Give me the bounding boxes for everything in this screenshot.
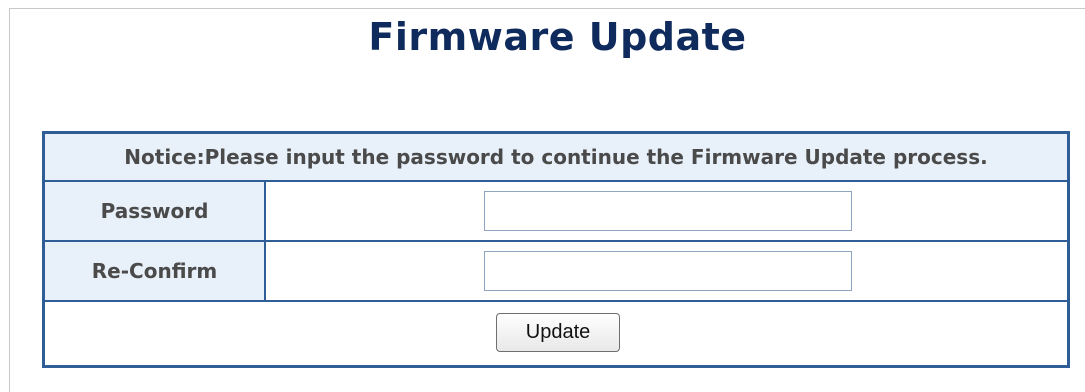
reconfirm-row: Re-Confirm	[45, 242, 1067, 302]
password-label: Password	[45, 182, 266, 240]
reconfirm-cell	[266, 242, 1067, 300]
update-button[interactable]: Update	[496, 313, 620, 352]
reconfirm-label: Re-Confirm	[45, 242, 266, 300]
reconfirm-input[interactable]	[484, 251, 852, 291]
notice-text: Notice:Please input the password to cont…	[45, 134, 1067, 182]
firmware-update-form: Notice:Please input the password to cont…	[42, 131, 1070, 368]
password-cell	[266, 182, 1067, 240]
button-row: Update	[45, 302, 1067, 365]
password-input[interactable]	[484, 191, 852, 231]
page-title: Firmware Update	[368, 15, 747, 59]
password-row: Password	[45, 182, 1067, 242]
